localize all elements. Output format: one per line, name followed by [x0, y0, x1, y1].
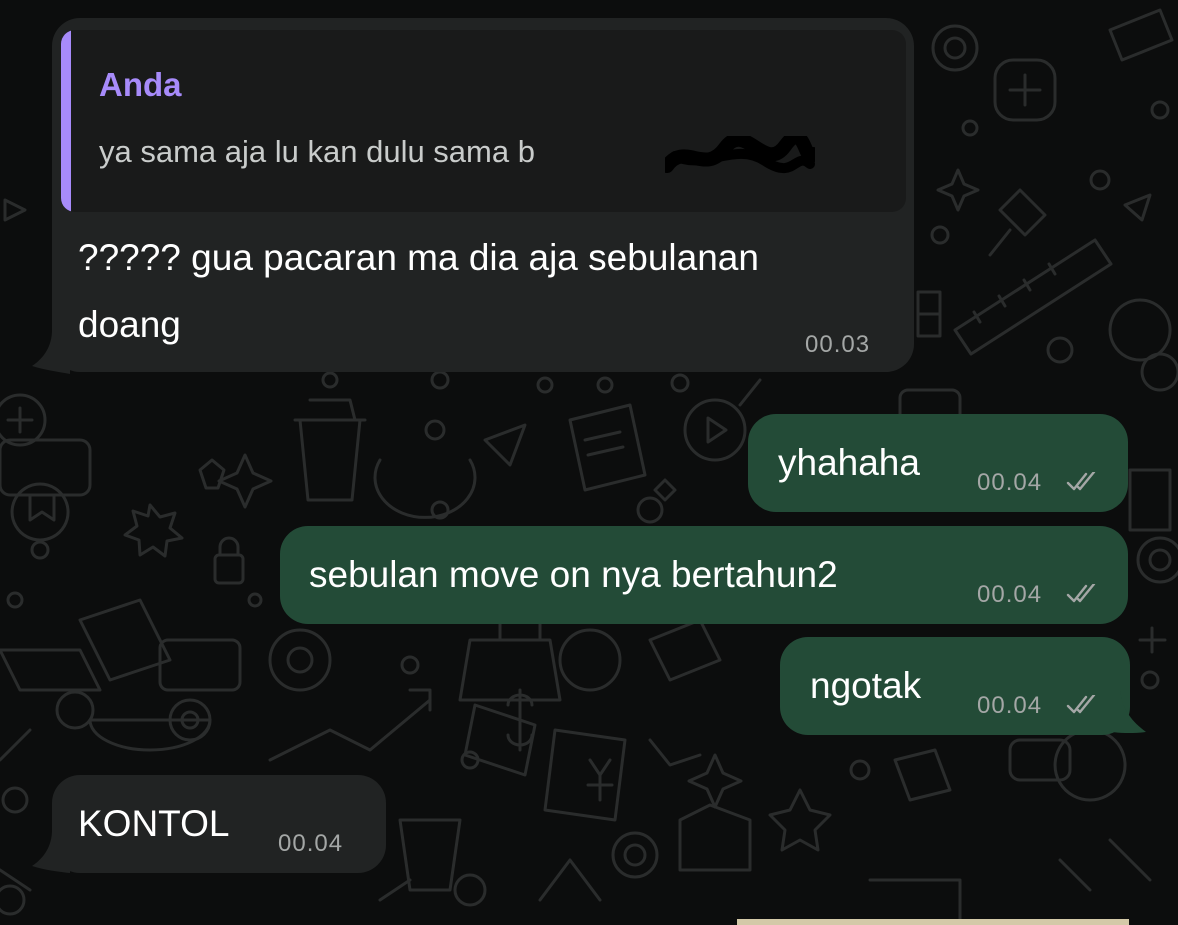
- outgoing-bubble-tail: [1100, 690, 1146, 734]
- message-text: yhahaha: [778, 442, 920, 483]
- incoming-bubble-tail: [32, 830, 70, 873]
- message-text: KONTOL: [78, 803, 230, 844]
- quote-text: ya sama aja lu kan dulu sama b: [99, 134, 535, 169]
- quote-author: Anda: [99, 66, 182, 103]
- message-text: sebulan move on nya bertahun2: [309, 554, 838, 595]
- message-text: ngotak: [810, 665, 922, 706]
- message-timestamp: 00.04: [278, 830, 344, 857]
- message-text-line-1: ????? gua pacaran ma dia aja sebulanan: [78, 237, 759, 278]
- read-double-check-icon: [1066, 472, 1096, 491]
- message-timestamp: 00.04: [977, 469, 1043, 496]
- quoted-reply[interactable]: Anda ya sama aja lu kan dulu sama b: [61, 30, 906, 212]
- read-double-check-icon: [1066, 695, 1096, 714]
- incoming-bubble-tail: [32, 330, 70, 374]
- quote-accent-bar: [61, 30, 71, 212]
- bottom-edge-strip: [737, 919, 1129, 925]
- message-timestamp: 00.04: [977, 581, 1043, 608]
- incoming-message-bubble[interactable]: KONTOL 00.04: [52, 775, 386, 873]
- incoming-message-bubble[interactable]: Anda ya sama aja lu kan dulu sama b ????…: [52, 18, 914, 372]
- message-timestamp: 00.04: [977, 692, 1043, 719]
- message-timestamp: 00.03: [805, 331, 871, 358]
- outgoing-message-bubble[interactable]: yhahaha 00.04: [748, 414, 1128, 512]
- outgoing-message-bubble[interactable]: sebulan move on nya bertahun2 00.04: [280, 526, 1128, 624]
- read-double-check-icon: [1066, 584, 1096, 603]
- outgoing-message-bubble[interactable]: ngotak 00.04: [780, 637, 1130, 735]
- chat-view[interactable]: Anda ya sama aja lu kan dulu sama b ????…: [0, 0, 1178, 925]
- redaction-scribble: [665, 136, 815, 174]
- message-text-line-2: doang: [78, 304, 181, 345]
